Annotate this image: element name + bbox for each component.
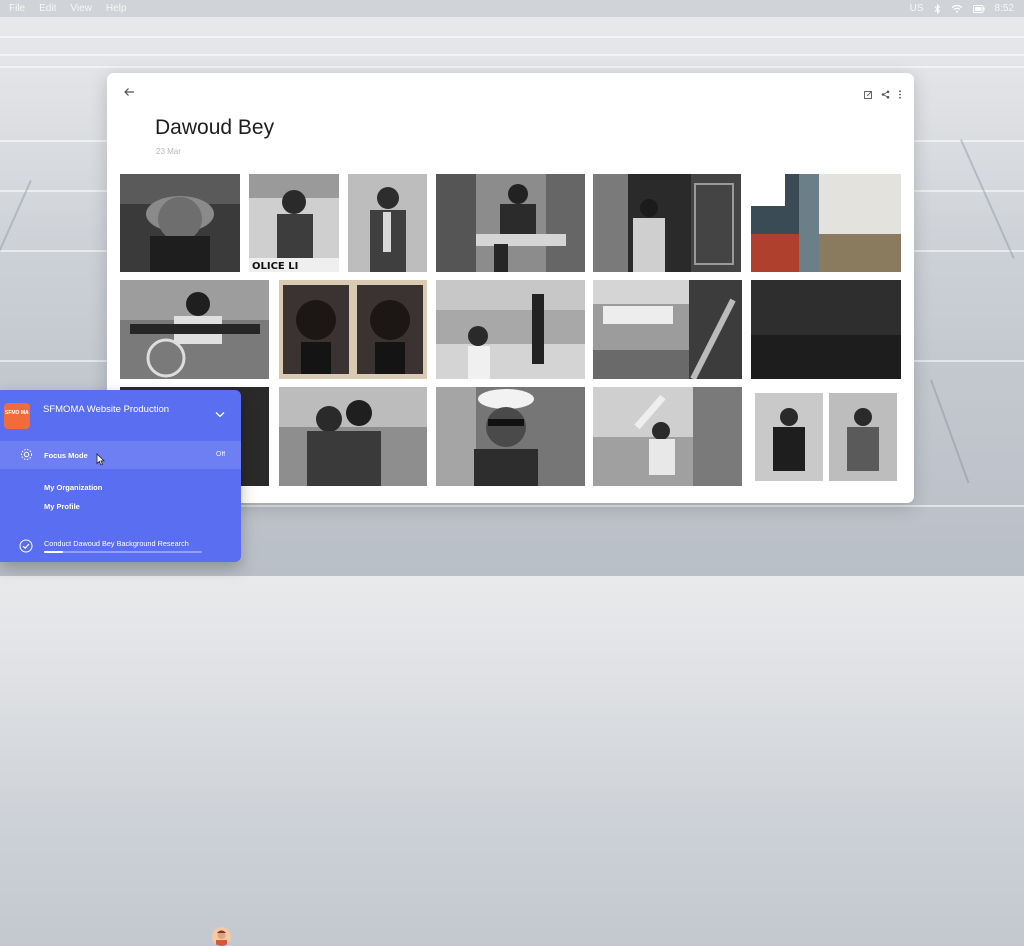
photo-boy-sunglasses[interactable] xyxy=(436,174,585,272)
project-title[interactable]: SFMOMA Website Production xyxy=(43,404,193,416)
photo-boy-standing[interactable] xyxy=(348,174,427,272)
photo-stairway-laundry[interactable] xyxy=(593,280,742,379)
task-progress-fill xyxy=(44,551,63,553)
task-progress-bar xyxy=(44,551,202,553)
photo-two-seated-men[interactable] xyxy=(751,387,901,486)
photo-two-portraits[interactable] xyxy=(279,280,427,379)
more-icon[interactable] xyxy=(898,86,902,104)
menu-file[interactable]: File xyxy=(9,3,25,14)
share-icon[interactable] xyxy=(881,86,890,104)
sfmoma-logo[interactable] xyxy=(4,403,30,429)
photo-woman-sunglasses[interactable] xyxy=(436,387,585,486)
project-panel: SFMO MA SFMOMA Website Production Focus … xyxy=(0,390,241,946)
logo-text: SFMO MA xyxy=(5,410,29,416)
check-circle-icon[interactable] xyxy=(19,539,33,558)
gear-icon xyxy=(20,448,33,466)
photo-man-bicycle[interactable] xyxy=(120,280,269,379)
photo-kids-window[interactable] xyxy=(593,387,742,486)
photo-dark-water[interactable] xyxy=(751,280,901,379)
album-title: Dawoud Bey xyxy=(155,116,275,139)
photo-boy-fence[interactable] xyxy=(436,280,585,379)
my-profile-link[interactable]: My Profile xyxy=(44,502,80,511)
photo-police-line[interactable]: OLICE LI xyxy=(249,174,339,272)
photo-hat-woman[interactable] xyxy=(120,174,240,272)
clock[interactable]: 8:52 xyxy=(995,3,1014,14)
bluetooth-icon[interactable] xyxy=(934,3,941,14)
photo-chainlink-fence[interactable] xyxy=(751,174,901,272)
chevron-down-icon[interactable] xyxy=(215,405,225,423)
wifi-icon[interactable] xyxy=(951,4,963,13)
menu-bar: File Edit View Help US 8:52 xyxy=(0,0,1024,17)
menu-help[interactable]: Help xyxy=(106,3,127,14)
focus-mode-row[interactable]: Focus Mode Off xyxy=(0,441,241,469)
current-task[interactable]: Conduct Dawoud Bey Background Research xyxy=(44,539,189,548)
photo-woman-doorway[interactable] xyxy=(593,174,741,272)
input-source-indicator[interactable]: US xyxy=(910,3,924,14)
focus-mode-toggle[interactable]: Off xyxy=(216,451,225,458)
mouse-cursor-icon xyxy=(96,453,105,471)
edit-icon[interactable] xyxy=(864,86,873,104)
back-arrow-icon[interactable] xyxy=(122,85,136,99)
photo-two-young-women[interactable] xyxy=(279,387,427,486)
battery-icon[interactable] xyxy=(972,4,985,13)
menu-view[interactable]: View xyxy=(70,3,92,14)
my-organization-link[interactable]: My Organization xyxy=(44,483,102,492)
album-toolbar xyxy=(864,86,902,104)
svg-text:OLICE LI: OLICE LI xyxy=(252,261,298,272)
avatar[interactable] xyxy=(212,927,231,946)
album-date: 23 Mar xyxy=(156,147,181,156)
menu-edit[interactable]: Edit xyxy=(39,3,56,14)
focus-mode-label: Focus Mode xyxy=(44,451,88,460)
